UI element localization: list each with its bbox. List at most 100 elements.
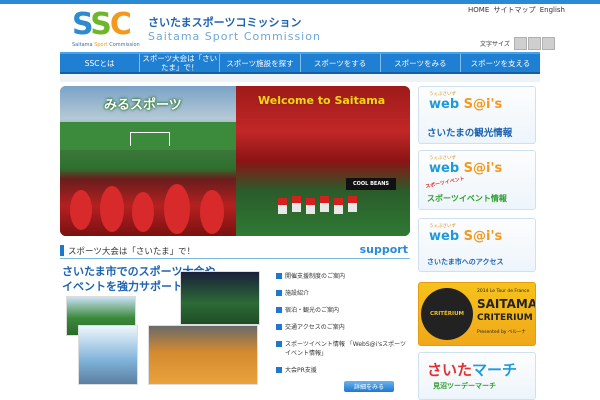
websais-logo-web: web [429, 161, 460, 176]
websais-logo-sais: S@i's [463, 229, 503, 244]
support-section-title: スポーツ大会は「さいたま」で！ [68, 247, 196, 257]
top-accent-bar [0, 0, 600, 4]
support-section-en: support [359, 243, 408, 256]
list-item[interactable]: 大会PR支援 [276, 366, 406, 375]
player-figure [320, 196, 329, 212]
list-item-label: 施設紹介 [285, 290, 310, 297]
nav-shadow [60, 74, 540, 82]
player-figure [348, 196, 357, 212]
logo-en-title: Saitama Sport Commission [148, 30, 321, 43]
nav-item-events-in-saitama[interactable]: スポーツ大会は「さいたま」で！ [140, 54, 221, 72]
font-size-label: 文字サイズ [480, 40, 510, 48]
font-size-small-button[interactable] [513, 36, 527, 50]
square-bullet-icon [276, 341, 282, 347]
criterium-tour-label: 2014 Le Tour de France [477, 289, 530, 294]
fan-figure [100, 186, 124, 232]
arena-night-photo [180, 271, 260, 325]
square-bullet-icon [276, 290, 282, 296]
logo-mark-c: C [109, 7, 132, 42]
goal-frame [130, 132, 170, 146]
list-item-label: スポーツイベント情報 「WebS@i'sスポーツイベント情報」 [285, 341, 406, 357]
font-size-medium-button[interactable] [527, 36, 541, 50]
list-item-label: 大会PR支援 [285, 367, 317, 374]
criterium-presented-by: Presented by ベルーナ [477, 330, 526, 335]
arena-exterior-photo [78, 325, 138, 385]
support-link-list: 開催支援制度のご案内 施設紹介 宿泊・観光のご案内 交通アクセスのご案内 スポー… [276, 272, 406, 383]
hero-right-caption: Welcome to Saitama [258, 94, 386, 107]
criterium-saitama: SAITAMA [477, 297, 536, 311]
list-item[interactable]: 交通アクセスのご案内 [276, 323, 406, 332]
list-item-label: 宿泊・観光のご案内 [285, 307, 340, 314]
hero-slideshow[interactable]: みるスポーツ Welcome to Saitama COOL BEANS [60, 86, 410, 236]
sports-event-title: スポーツイベント情報 [427, 194, 507, 203]
logo-mark-s2: S [90, 7, 112, 42]
utility-links: HOME サイトマップ English [468, 5, 567, 15]
sports-event-sub: スポーツイベント [424, 175, 466, 191]
march-title-b: マーチ [472, 361, 518, 379]
access-title: さいたま市へのアクセス [427, 258, 504, 266]
square-bullet-icon [276, 324, 282, 330]
font-size-switcher: 文字サイズ [480, 36, 555, 50]
logo-mark: SSC [72, 7, 132, 42]
logo-sub-highlight: Sport [94, 42, 108, 48]
sitemap-link[interactable]: サイトマップ [493, 6, 535, 14]
fan-figure [132, 192, 154, 232]
square-bullet-icon [276, 307, 282, 313]
detail-button[interactable]: 詳細をみる [344, 381, 394, 392]
criterium-emblem: CRITÉRIUM [421, 288, 473, 340]
logo-subtitle: Saitama Sport Commission [72, 42, 140, 48]
march-banner[interactable]: さいたマーチ 見沼ツーデーマーチ [418, 352, 536, 400]
access-banner[interactable]: うぇぶさいず web S@i's さいたま市へのアクセス [418, 218, 536, 272]
player-figure [306, 198, 315, 214]
websais-logo-sais: S@i's [463, 161, 503, 176]
fan-figure [164, 184, 190, 234]
criterium-word: CRITERIUM [477, 313, 533, 323]
home-link[interactable]: HOME [468, 6, 489, 14]
march-title-a: さいた [427, 361, 473, 379]
list-item-label: 開催支援制度のご案内 [285, 273, 346, 280]
march-title: さいたマーチ [427, 359, 517, 380]
sports-event-banner[interactable]: うぇぶさいず web S@i's スポーツイベント スポーツイベント情報 [418, 150, 536, 210]
nav-item-watch-sports[interactable]: スポーツをみる [381, 54, 461, 72]
logo-sub-prefix: Saitama [72, 42, 93, 48]
player-figure [334, 198, 343, 214]
hero-left-caption: みるスポーツ [104, 98, 182, 113]
list-item[interactable]: 施設紹介 [276, 289, 406, 298]
logo-mark-s1: S [72, 7, 92, 42]
tourism-info-title: さいたまの観光情報 [427, 128, 513, 139]
support-section-header: スポーツ大会は「さいたま」で！ support [60, 243, 410, 259]
gymnasium-photo [148, 325, 258, 385]
list-item[interactable]: 開催支援制度のご案内 [276, 272, 406, 281]
list-item[interactable]: スポーツイベント情報 「WebS@i'sスポーツイベント情報」 [276, 340, 406, 358]
websais-logo-sais: S@i's [463, 97, 503, 112]
nav-item-support-sports[interactable]: スポーツを支える [461, 54, 540, 72]
websais-logo: web S@i's [429, 97, 502, 112]
list-item-label: 交通アクセスのご案内 [285, 324, 345, 331]
global-nav: SSCとは スポーツ大会は「さいたま」で！ スポーツ施設を探す スポーツをする … [60, 52, 540, 74]
player-figure [278, 198, 287, 214]
websais-logo-web: web [429, 229, 460, 244]
player-figure [292, 196, 301, 212]
tourism-info-banner[interactable]: うぇぶさいず web S@i's さいたまの観光情報 [418, 86, 536, 144]
square-bullet-icon [276, 273, 282, 279]
font-size-large-button[interactable] [541, 36, 555, 50]
hero-team-image [236, 86, 410, 236]
logo-sub-suffix: Commission [109, 42, 140, 48]
websais-logo: web S@i's [429, 229, 502, 244]
logo-jp-title: さいたまスポーツコミッション [148, 16, 302, 29]
websais-logo: web S@i's [429, 161, 502, 176]
nav-item-do-sports[interactable]: スポーツをする [301, 54, 381, 72]
criterium-banner[interactable]: CRITÉRIUM 2014 Le Tour de France SAITAMA… [418, 282, 536, 346]
march-subtitle: 見沼ツーデーマーチ [433, 382, 496, 390]
site-logo[interactable]: SSC Saitama Sport Commission さいたまスポーツコミッ… [72, 7, 320, 49]
nav-item-about[interactable]: SSCとは [60, 54, 141, 72]
hero-supporter-banner: COOL BEANS [346, 178, 396, 190]
section-marker [60, 245, 64, 256]
english-link[interactable]: English [540, 6, 565, 14]
square-bullet-icon [276, 367, 282, 373]
list-item[interactable]: 宿泊・観光のご案内 [276, 306, 406, 315]
nav-item-find-facilities[interactable]: スポーツ施設を探す [220, 54, 301, 72]
fan-figure [200, 190, 224, 234]
websais-logo-web: web [429, 97, 460, 112]
fan-figure [70, 190, 92, 230]
